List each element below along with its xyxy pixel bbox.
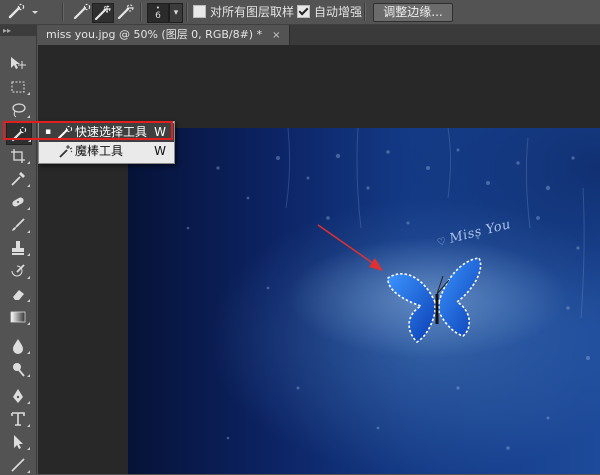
submenu-indicator: [27, 161, 30, 164]
tools-panel: ▸▸: [0, 25, 37, 474]
submenu-indicator: [27, 374, 30, 377]
annotation-highlight-box: [3, 121, 173, 140]
rain-drops-texture: [186, 128, 590, 450]
submenu-indicator: [27, 92, 30, 95]
clone-stamp-tool[interactable]: [6, 237, 30, 258]
pen-tool[interactable]: [6, 385, 30, 406]
sample-all-layers-box[interactable]: [193, 5, 206, 18]
brush-new-icon: [73, 3, 91, 20]
document-tab[interactable]: miss you.jpg @ 50% (图层 0, RGB/8#) * ×: [38, 25, 290, 45]
document-tab-title: miss you.jpg @ 50% (图层 0, RGB/8#) *: [46, 28, 263, 41]
auto-enhance-checkbox[interactable]: 自动增强: [297, 3, 362, 21]
move-icon: [11, 56, 26, 69]
lasso-tool[interactable]: [6, 99, 30, 120]
add-to-selection-mode-button[interactable]: [92, 3, 114, 23]
new-selection-mode-button[interactable]: [72, 3, 92, 21]
separator: [364, 3, 366, 21]
brush-size-value: 6: [155, 11, 161, 21]
type-tool[interactable]: [6, 408, 30, 429]
submenu-indicator: [27, 253, 30, 256]
eraser-tool[interactable]: [6, 283, 30, 304]
tool-preset-picker[interactable]: [6, 3, 40, 21]
submenu-indicator: [27, 207, 30, 210]
document-image[interactable]: ♡ Miss You: [128, 128, 600, 474]
line-tool[interactable]: [6, 454, 30, 475]
menu-item-shortcut: W: [154, 144, 166, 158]
document-tab-bar: miss you.jpg @ 50% (图层 0, RGB/8#) * ×: [38, 25, 600, 45]
stamp-icon: [12, 240, 24, 255]
lasso-icon: [12, 102, 26, 117]
butterfly-selection[interactable]: [383, 256, 493, 351]
refine-edge-button[interactable]: 调整边缘...: [373, 3, 453, 22]
history-brush-icon: [11, 263, 25, 276]
submenu-indicator: [27, 470, 30, 473]
menu-item-label: 魔棒工具: [75, 144, 124, 158]
brush-icon: [12, 217, 25, 231]
healing-brush-tool[interactable]: [6, 191, 30, 212]
move-tool[interactable]: [6, 53, 30, 74]
blur-tool[interactable]: [6, 335, 30, 356]
gradient-tool[interactable]: [6, 306, 30, 327]
bandage-icon: [12, 197, 24, 206]
options-bar: • 6 ▾ 对所有图层取样 自动增强 调整边缘...: [0, 0, 600, 25]
auto-enhance-label: 自动增强: [314, 5, 363, 19]
brush-add-icon: [94, 5, 111, 21]
dodge-tool[interactable]: [6, 358, 30, 379]
eyedropper-tool[interactable]: [6, 168, 30, 189]
submenu-indicator: [27, 401, 30, 404]
chevron-down-icon: ▾: [173, 8, 179, 18]
path-arrow-icon: [14, 434, 23, 449]
sample-all-layers-checkbox[interactable]: 对所有图层取样: [193, 3, 294, 21]
line-icon: [11, 457, 25, 472]
submenu-indicator: [27, 115, 30, 118]
submenu-indicator: [27, 299, 30, 302]
magic-wand-icon: [59, 145, 73, 158]
submenu-indicator: [27, 424, 30, 427]
eraser-icon: [13, 289, 24, 300]
brush-tool[interactable]: [6, 214, 30, 235]
brush-size-field[interactable]: • 6: [147, 3, 169, 23]
gradient-icon: [10, 311, 26, 322]
rectangle-marquee-icon: [11, 81, 25, 92]
dodge-icon: [13, 362, 25, 377]
brush-size-dropdown-button[interactable]: ▾: [169, 3, 183, 23]
auto-enhance-box[interactable]: [297, 5, 310, 18]
crop-icon: [11, 148, 25, 163]
submenu-indicator: [27, 322, 30, 325]
submenu-indicator: [27, 447, 30, 450]
crop-tool[interactable]: [6, 145, 30, 166]
type-icon: [11, 411, 25, 426]
marquee-tool[interactable]: [6, 76, 30, 97]
subtract-from-selection-mode-button[interactable]: [116, 3, 136, 21]
close-icon[interactable]: ×: [272, 30, 280, 41]
droplet-icon: [13, 338, 23, 354]
sample-all-layers-label: 对所有图层取样: [210, 5, 295, 19]
separator: [186, 3, 188, 21]
separator: [140, 3, 142, 21]
submenu-indicator: [27, 184, 30, 187]
pen-icon: [13, 388, 23, 403]
path-selection-tool[interactable]: [6, 431, 30, 452]
menu-item-magic-wand-tool[interactable]: 魔棒工具 W: [39, 142, 174, 161]
brush-subtract-icon: [117, 4, 134, 20]
quick-selection-icon: [8, 3, 38, 19]
submenu-indicator: [27, 230, 30, 233]
tools-panel-header[interactable]: ▸▸: [0, 25, 36, 36]
history-brush-tool[interactable]: [6, 260, 30, 281]
eyedropper-icon: [11, 171, 25, 186]
submenu-indicator: [27, 351, 30, 354]
separator: [62, 3, 64, 21]
submenu-indicator: [27, 276, 30, 279]
